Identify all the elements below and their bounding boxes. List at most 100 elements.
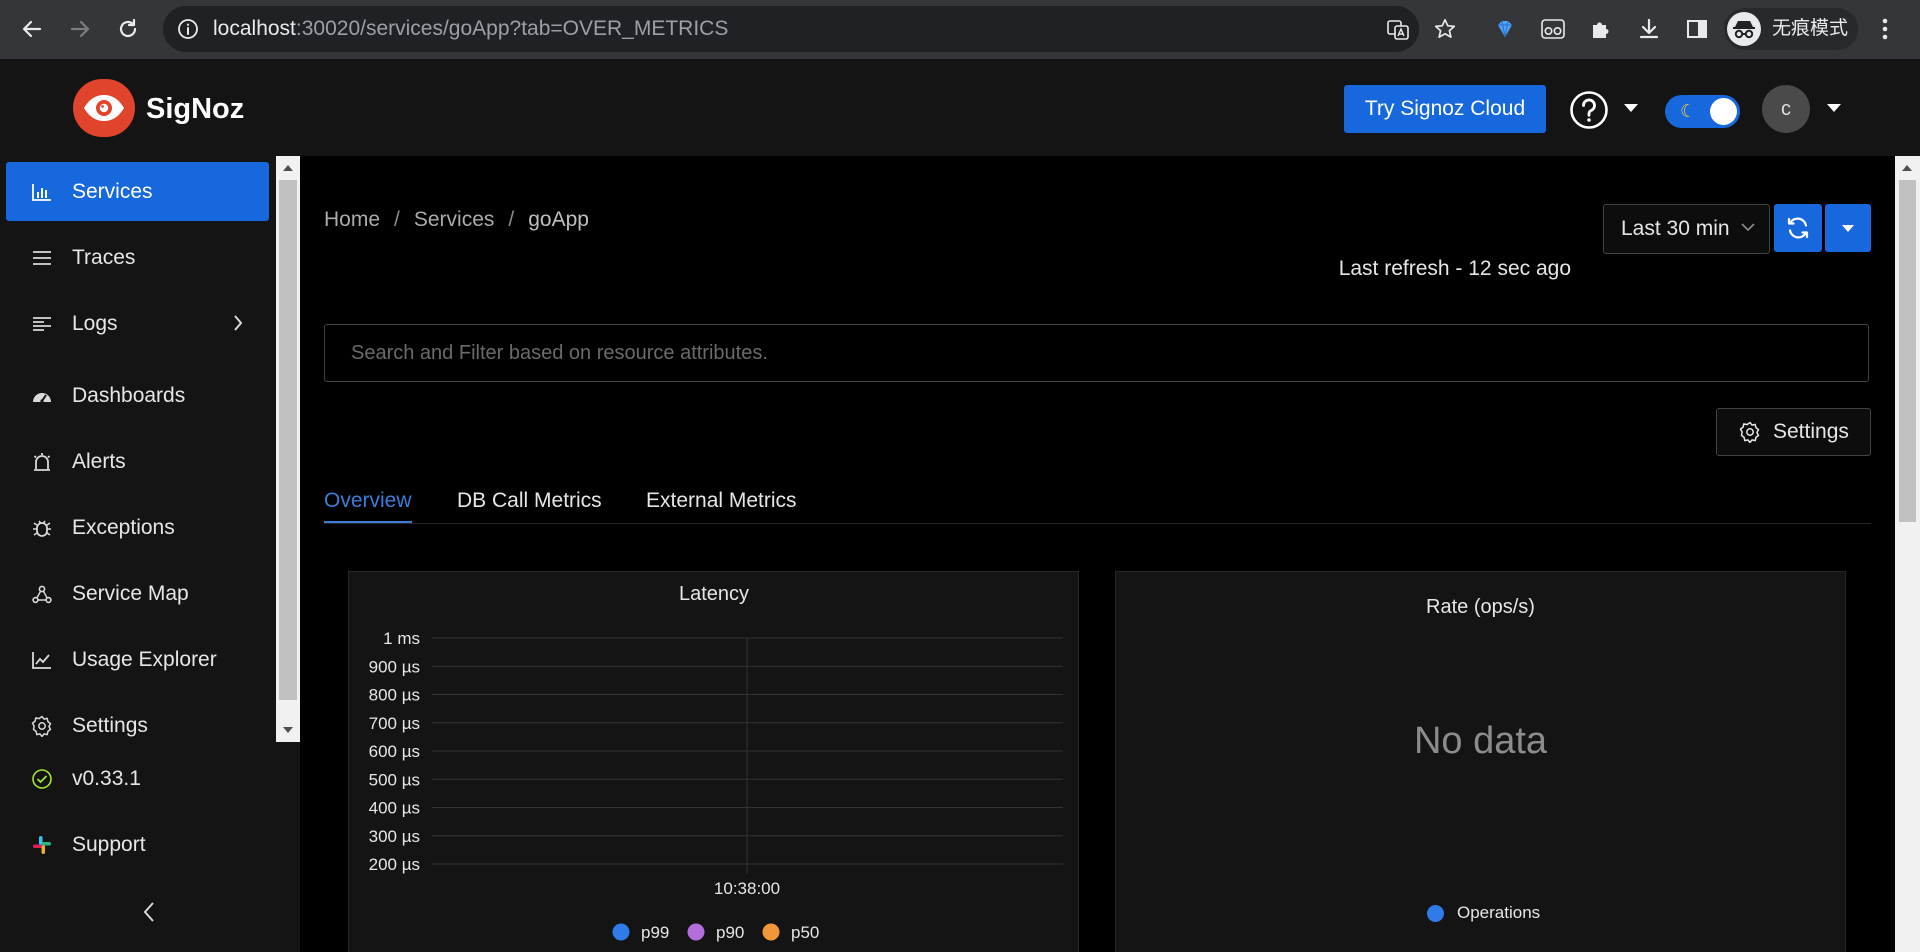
signoz-logo-icon[interactable] [73, 79, 135, 137]
slack-icon [30, 833, 54, 857]
sidebar-item-label: Service Map [72, 581, 189, 605]
breadcrumb-separator: / [508, 208, 515, 231]
time-range-value: Last 30 min [1621, 217, 1730, 240]
scrollbar-thumb[interactable] [1899, 180, 1916, 522]
x-tick-label: 10:38:00 [714, 879, 780, 898]
version-indicator[interactable]: v0.33.1 [6, 749, 269, 808]
legend-label: p50 [791, 923, 819, 942]
refresh-interval-dropdown[interactable] [1825, 204, 1871, 252]
extension-glasses-icon[interactable] [1538, 14, 1568, 44]
reload-icon[interactable] [113, 14, 143, 44]
legend-operations-label: Operations [1457, 903, 1541, 922]
sidebar-item-logs[interactable]: Logs [6, 294, 269, 353]
sidebar-scrollbar[interactable] [276, 156, 300, 742]
tab-overview[interactable]: Overview [324, 466, 412, 523]
settings-button-label: Settings [1773, 420, 1849, 443]
user-avatar[interactable]: c [1762, 85, 1810, 133]
resource-attribute-search-input[interactable] [324, 324, 1869, 382]
sidebar-item-dashboards[interactable]: Dashboards [6, 366, 269, 425]
refresh-icon [1785, 216, 1811, 240]
breadcrumb-services[interactable]: Services [414, 208, 495, 231]
chart-title: Latency [679, 583, 749, 605]
scrollbar-thumb[interactable] [279, 180, 297, 700]
sidebar-item-traces[interactable]: Traces [6, 228, 269, 287]
sidebar-item-services[interactable]: Services [6, 162, 269, 221]
translate-icon[interactable] [1386, 18, 1410, 42]
address-bar[interactable]: localhost:30020/services/goApp?tab=OVER_… [163, 6, 1456, 52]
sidebar-item-label: Alerts [72, 449, 126, 473]
site-info-icon[interactable] [177, 18, 199, 40]
breadcrumb-home[interactable]: Home [324, 208, 380, 231]
sidebar-item-label: Services [72, 179, 153, 203]
check-circle-icon [30, 767, 54, 791]
legend-dot [612, 923, 630, 941]
settings-button[interactable]: Settings [1716, 408, 1871, 456]
legend-label: p99 [641, 923, 669, 942]
legend-label: p90 [716, 923, 744, 942]
time-range-select[interactable]: Last 30 min [1603, 204, 1770, 254]
brand-name[interactable]: SigNoz [146, 59, 244, 159]
rate-legend[interactable]: Operations [1427, 903, 1540, 923]
rate-chart-title: Rate (ops/s) [1426, 596, 1535, 618]
scroll-up-icon[interactable] [282, 164, 294, 172]
gear-icon [1739, 421, 1761, 443]
moon-icon: ☾ [1680, 101, 1697, 121]
download-icon[interactable] [1634, 14, 1664, 44]
sidebar-item-label: Usage Explorer [72, 647, 217, 671]
last-refresh-value: Last refresh - 12 sec ago [1338, 257, 1571, 280]
sidebar-item-label: Logs [72, 311, 118, 335]
collapse-sidebar-icon[interactable] [142, 901, 156, 923]
latency-chart-card: Latency 1 ms 900 µs 800 µs 700 µs 600 µs 500 … [348, 571, 1079, 952]
bug-icon [30, 516, 54, 540]
legend-item-p50[interactable]: p50 [762, 923, 820, 942]
try-signoz-cloud-button[interactable]: Try Signoz Cloud [1344, 85, 1546, 133]
sidebar-item-support[interactable]: Support [6, 815, 269, 874]
chevron-down-icon [1741, 222, 1755, 232]
main-scrollbar[interactable] [1895, 156, 1920, 952]
browser-menu-icon[interactable] [1870, 14, 1900, 44]
side-panel-icon[interactable] [1682, 14, 1712, 44]
refresh-button[interactable] [1774, 204, 1822, 252]
sidebar-item-settings[interactable]: Settings [6, 696, 269, 755]
dashboard-icon [30, 384, 54, 408]
y-tick-label: 300 µs [369, 827, 420, 846]
legend-item-p90[interactable]: p90 [687, 923, 745, 942]
tab-external-metrics[interactable]: External Metrics [646, 466, 797, 523]
extension-gem-icon[interactable] [1490, 14, 1520, 44]
breadcrumb-separator: / [394, 208, 400, 231]
sidebar-item-alerts[interactable]: Alerts [6, 432, 269, 491]
latency-chart[interactable]: Latency 1 ms 900 µs 800 µs 700 µs 600 µs 500 … [349, 572, 1080, 952]
bookmark-star-icon[interactable] [1433, 17, 1457, 41]
back-icon[interactable] [17, 14, 47, 44]
scroll-down-icon[interactable] [282, 726, 294, 734]
y-tick-label: 200 µs [369, 855, 420, 874]
scroll-up-icon[interactable] [1901, 164, 1913, 172]
extensions-puzzle-icon[interactable] [1586, 14, 1616, 44]
help-dropdown-icon[interactable] [1623, 103, 1639, 113]
url-text: localhost:30020/services/goApp?tab=OVER_… [213, 6, 728, 52]
breadcrumb-current: goApp [528, 208, 589, 231]
y-tick-label: 500 µs [369, 770, 420, 789]
user-dropdown-icon[interactable] [1826, 103, 1842, 113]
y-tick-label: 800 µs [369, 686, 420, 705]
legend-dot [762, 923, 780, 941]
bar-chart-icon [30, 180, 54, 204]
sidebar-item-usage-explorer[interactable]: Usage Explorer [6, 630, 269, 689]
help-icon[interactable] [1569, 90, 1609, 130]
alarm-icon [30, 450, 54, 474]
theme-toggle[interactable]: ☾ [1665, 95, 1740, 128]
support-label: Support [72, 832, 146, 856]
sidebar-item-service-map[interactable]: Service Map [6, 564, 269, 623]
app-header: SigNoz Try Signoz Cloud ☾ c [0, 59, 1920, 156]
url-path: :30020/services/goApp?tab=OVER_METRICS [295, 17, 729, 40]
metrics-tabs: Overview DB Call Metrics External Metric… [324, 466, 1871, 524]
sidebar-item-exceptions[interactable]: Exceptions [6, 498, 269, 557]
incognito-profile-button[interactable]: 无痕模式 [1724, 8, 1858, 50]
legend-item-p99[interactable]: p99 [612, 923, 670, 942]
incognito-icon [1727, 12, 1761, 46]
y-tick-label: 700 µs [369, 714, 420, 733]
forward-icon[interactable] [65, 14, 95, 44]
y-tick-label: 400 µs [369, 799, 420, 818]
y-tick-label: 1 ms [383, 629, 420, 648]
tab-db-call-metrics[interactable]: DB Call Metrics [457, 466, 602, 523]
